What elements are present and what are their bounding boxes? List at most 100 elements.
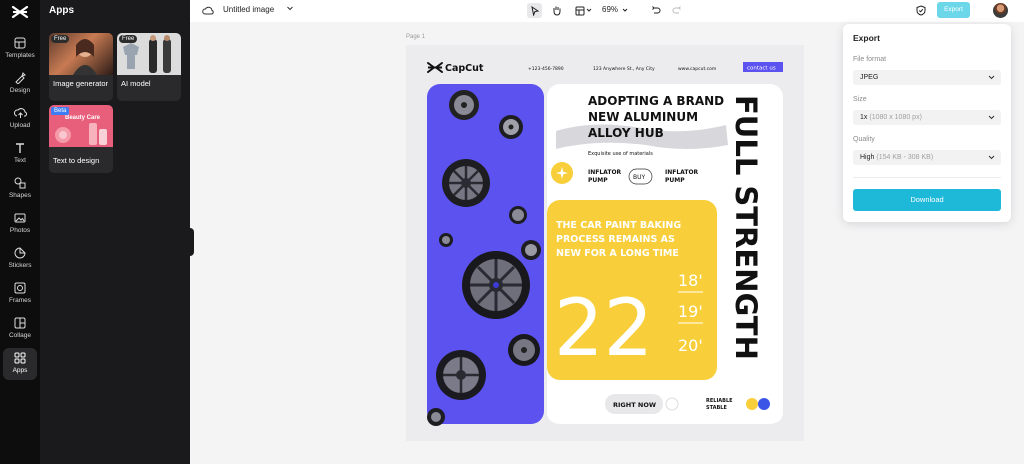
chevron-down-icon xyxy=(988,115,995,120)
frames-icon xyxy=(12,281,28,295)
rail-item-apps[interactable]: Apps xyxy=(3,348,37,380)
rail-item-templates[interactable]: Templates xyxy=(3,33,37,65)
size-18: 18' xyxy=(678,271,703,290)
paint-line-1: THE CAR PAINT BAKING xyxy=(556,220,681,231)
contact-us-text: contact us xyxy=(747,66,776,72)
rail-item-label: Frames xyxy=(8,297,32,304)
rail-item-label: Stickers xyxy=(8,262,32,269)
rail-item-frames[interactable]: Frames xyxy=(3,278,37,310)
capcut-logo-icon xyxy=(427,62,443,73)
free-badge: Free xyxy=(119,35,138,43)
export-button[interactable]: Export xyxy=(937,2,970,18)
app-card-label: Text to design xyxy=(53,156,100,165)
design-icon xyxy=(12,71,28,85)
document-title[interactable]: Untitled image xyxy=(223,5,274,14)
wheel-icon xyxy=(508,334,540,366)
buy-text: BUY xyxy=(633,174,646,181)
chevron-down-icon[interactable] xyxy=(622,7,628,13)
design-canvas[interactable]: CapCut +123-456-7890 123 Anywhere St., A… xyxy=(406,45,804,441)
chevron-down-icon xyxy=(988,155,995,160)
beta-badge: Beta xyxy=(51,107,70,115)
wheel-icon xyxy=(427,408,445,426)
upload-icon xyxy=(12,106,28,120)
redo-icon[interactable] xyxy=(669,3,684,18)
templates-icon xyxy=(12,36,28,50)
wheel-icon xyxy=(521,240,541,260)
app-card-image-generator[interactable]: Free Image generator xyxy=(49,33,113,101)
pump-left-line-2: PUMP xyxy=(588,177,608,184)
size-20: 20' xyxy=(678,336,703,355)
rail-item-text[interactable]: Text xyxy=(3,138,37,170)
beauty-care-text: Beauty Care xyxy=(65,115,101,121)
layout-icon[interactable] xyxy=(572,3,587,18)
app-card-ai-model[interactable]: Free AI model xyxy=(117,33,181,101)
blue-swatch xyxy=(758,398,770,410)
wheel-icon xyxy=(499,115,523,139)
download-button[interactable]: Download xyxy=(853,189,1001,211)
wheel-icon xyxy=(439,233,453,247)
chevron-down-icon[interactable] xyxy=(586,7,592,13)
rail-item-label: Collage xyxy=(8,332,32,339)
rail-item-label: Templates xyxy=(5,52,35,59)
vertical-headline: FULL STRENGTH xyxy=(729,95,763,360)
paint-line-3: NEW FOR A LONG TIME xyxy=(556,248,679,259)
wheel-icon xyxy=(449,90,479,120)
hand-tool-icon[interactable] xyxy=(549,3,564,18)
rail-item-upload[interactable]: Upload xyxy=(3,103,37,135)
file-format-select[interactable]: JPEG xyxy=(853,70,1001,85)
rail-item-label: Shapes xyxy=(8,192,32,199)
avatar[interactable] xyxy=(993,3,1008,18)
website-text: www.capcut.com xyxy=(678,66,716,72)
shield-icon[interactable] xyxy=(913,3,928,18)
size-label: Size xyxy=(853,96,867,103)
divider xyxy=(853,177,1001,178)
headline-line-3: ALLOY HUB xyxy=(588,126,664,140)
address-text: 123 Anywhere St., Any City xyxy=(593,66,655,72)
export-panel: Export File format JPEG Size 1x (1080 x … xyxy=(843,24,1011,222)
headline-line-2: NEW ALUMINUM xyxy=(588,110,698,124)
rail-item-label: Apps xyxy=(12,367,28,374)
rail-item-label: Text xyxy=(14,157,26,164)
rail-item-label: Design xyxy=(9,87,31,94)
cloud-sync-icon[interactable] xyxy=(200,3,215,18)
apps-icon xyxy=(12,351,28,365)
poster-design[interactable]: CapCut +123-456-7890 123 Anywhere St., A… xyxy=(406,45,804,441)
select-tool-icon[interactable] xyxy=(527,3,542,18)
panel-title: Apps xyxy=(49,5,74,16)
wheel-icon xyxy=(442,159,490,207)
headline-line-1: ADOPTING A BRAND xyxy=(588,94,724,108)
shapes-icon xyxy=(12,176,28,190)
page-label: Page 1 xyxy=(406,34,426,40)
top-bar: Untitled image 69% Export xyxy=(190,0,1024,22)
app-card-text-to-design[interactable]: Beauty Care Beta Text to design xyxy=(49,105,113,173)
pump-right-line-1: INFLATOR xyxy=(665,169,699,176)
app-card-label: Image generator xyxy=(53,79,109,88)
rail-item-stickers[interactable]: Stickers xyxy=(3,243,37,275)
panel-collapse-handle[interactable] xyxy=(188,228,194,256)
rail-item-label: Photos xyxy=(9,227,31,234)
rail-item-design[interactable]: Design xyxy=(3,68,37,100)
size-select[interactable]: 1x (1080 x 1080 px) xyxy=(853,110,1001,125)
wheel-icon xyxy=(462,251,530,319)
capcut-logo-icon[interactable] xyxy=(11,5,29,19)
quality-select[interactable]: High (154 KB - 308 KB) xyxy=(853,150,1001,165)
export-panel-title: Export xyxy=(853,33,880,43)
size-value: 1x xyxy=(860,114,868,121)
rail-item-shapes[interactable]: Shapes xyxy=(3,173,37,205)
file-format-label: File format xyxy=(853,56,887,63)
stickers-icon xyxy=(12,246,28,260)
paint-line-2: PROCESS REMAINS AS xyxy=(556,234,675,245)
zoom-level[interactable]: 69% xyxy=(602,5,618,14)
pump-left-line-1: INFLATOR xyxy=(588,169,622,176)
rail-item-collage[interactable]: Collage xyxy=(3,313,37,345)
yellow-swatch xyxy=(746,398,758,410)
size-19: 19' xyxy=(678,302,703,321)
reliable-line-2: STABLE xyxy=(706,405,727,411)
undo-icon[interactable] xyxy=(648,3,663,18)
pump-right-line-2: PUMP xyxy=(665,177,685,184)
left-rail: Templates Design Upload Text Shapes Phot… xyxy=(0,0,40,464)
subline-text: Exquisite use of materials xyxy=(588,151,653,157)
wheel-icon xyxy=(509,206,527,224)
chevron-down-icon[interactable] xyxy=(286,4,294,12)
rail-item-photos[interactable]: Photos xyxy=(3,208,37,240)
